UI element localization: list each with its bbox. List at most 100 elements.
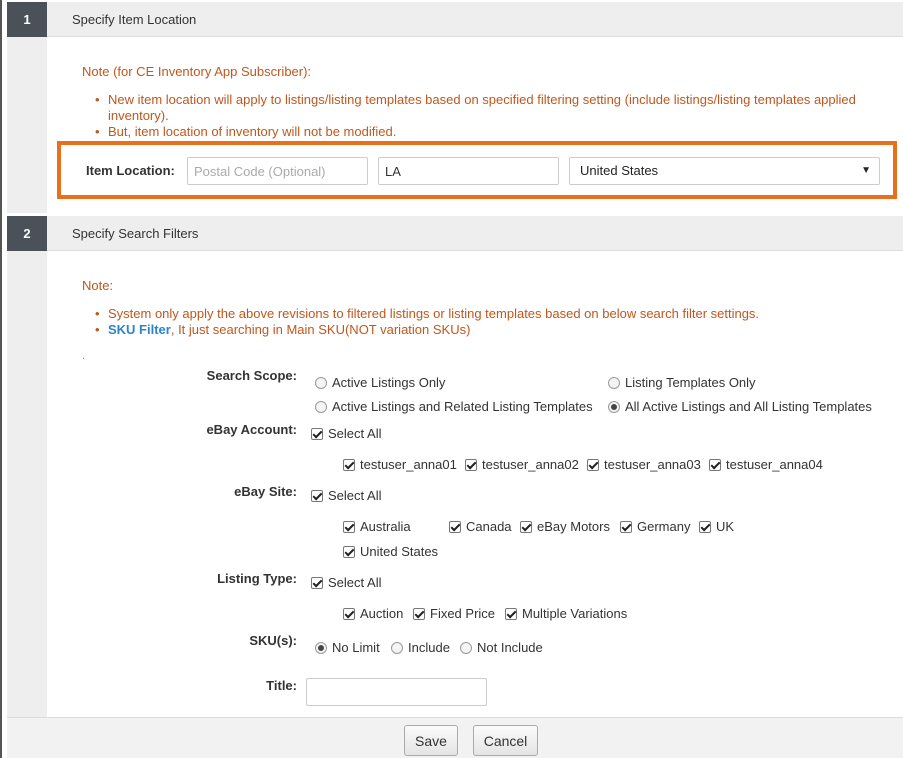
footer-bar: Save Cancel [7, 717, 903, 758]
step2-sidebar [7, 251, 47, 717]
checkbox-checked-icon[interactable] [311, 489, 323, 502]
country-select-value: United States [580, 163, 659, 178]
radio-icon[interactable] [315, 376, 327, 389]
radio-icon[interactable] [315, 400, 327, 413]
checkbox-checked-icon[interactable] [505, 607, 517, 620]
option-label: Fixed Price [430, 606, 496, 621]
option-label: Active Listings Only [332, 375, 446, 390]
save-button[interactable]: Save [404, 725, 458, 756]
type-option[interactable]: Multiple Variations [505, 606, 627, 621]
option-label: Auction [360, 606, 404, 621]
account-option[interactable]: testuser_anna02 [465, 457, 579, 472]
scope-active-and-related[interactable]: Active Listings and Related Listing Temp… [315, 399, 593, 414]
step1-number: 1 [7, 2, 47, 37]
option-label: Listing Templates Only [625, 375, 756, 390]
option-label: eBay Motors [537, 519, 610, 534]
option-label: testuser_anna01 [360, 457, 457, 472]
cancel-button[interactable]: Cancel [473, 725, 538, 756]
checkbox-checked-icon[interactable] [311, 576, 323, 589]
site-option[interactable]: Germany [620, 519, 690, 534]
step1-note-item: But, item location of inventory will not… [90, 124, 872, 140]
scope-listing-templates-only[interactable]: Listing Templates Only [608, 375, 756, 390]
option-label: Germany [637, 519, 691, 534]
scope-all-active-and-all-templates[interactable]: All Active Listings and All Listing Temp… [608, 399, 872, 414]
site-option[interactable]: Canada [449, 519, 512, 534]
radio-icon[interactable] [391, 641, 403, 654]
checkbox-checked-icon[interactable] [587, 458, 599, 471]
option-label: All Active Listings and All Listing Temp… [625, 399, 872, 414]
sku-filter-note-text: , It just searching in Main SKU(NOT vari… [170, 322, 471, 337]
option-label: Select All [328, 575, 382, 590]
checkbox-checked-icon[interactable] [465, 458, 477, 471]
option-label: UK [716, 519, 735, 534]
radio-selected-icon[interactable] [315, 641, 327, 654]
checkbox-checked-icon[interactable] [343, 545, 355, 558]
chevron-down-icon: ▼ [861, 165, 871, 176]
step1-note-heading: Note (for CE Inventory App Subscriber): [82, 64, 312, 79]
option-label: Select All [328, 488, 382, 503]
title-label: Title: [266, 678, 297, 693]
checkbox-checked-icon[interactable] [449, 520, 461, 533]
account-option[interactable]: testuser_anna01 [343, 457, 457, 472]
step2-header: 2 Specify Search Filters [7, 216, 903, 251]
step1-header: 1 Specify Item Location [7, 2, 903, 37]
ebay-account-label: eBay Account: [206, 422, 297, 437]
step2-note-item: System only apply the above revisions to… [90, 306, 872, 322]
step2-number: 2 [7, 216, 47, 251]
site-option[interactable]: UK [699, 519, 734, 534]
step2-note-item: SKU Filter, It just searching in Main SK… [90, 322, 872, 338]
site-option[interactable]: eBay Motors [520, 519, 610, 534]
step2-note-heading: Note: [82, 278, 114, 293]
sku-include[interactable]: Include [391, 640, 450, 655]
postal-code-input[interactable] [187, 157, 368, 185]
step2-title: Specify Search Filters [72, 226, 199, 241]
site-option[interactable]: Australia [343, 519, 411, 534]
item-location-label: Item Location: [86, 163, 175, 178]
option-label: Active Listings and Related Listing Temp… [332, 399, 593, 414]
checkbox-checked-icon[interactable] [620, 520, 632, 533]
sku-no-limit[interactable]: No Limit [315, 640, 380, 655]
title-input[interactable] [306, 678, 487, 706]
type-option[interactable]: Auction [343, 606, 403, 621]
country-select[interactable]: United States ▼ [569, 157, 880, 185]
sku-not-include[interactable]: Not Include [460, 640, 543, 655]
step2-note: Note: System only apply the above revisi… [82, 278, 872, 338]
option-label: Select All [328, 426, 382, 441]
scope-active-listings-only[interactable]: Active Listings Only [315, 375, 445, 390]
account-option[interactable]: testuser_anna03 [587, 457, 701, 472]
option-label: Australia [360, 519, 411, 534]
city-input[interactable] [378, 157, 559, 185]
listing-type-label: Listing Type: [217, 571, 297, 586]
window-left-border [0, 0, 2, 758]
step1-note: Note (for CE Inventory App Subscriber): … [82, 64, 872, 140]
option-label: United States [360, 544, 439, 559]
account-option[interactable]: testuser_anna04 [709, 457, 823, 472]
option-label: No Limit [332, 640, 380, 655]
checkbox-checked-icon[interactable] [520, 520, 532, 533]
checkbox-checked-icon[interactable] [311, 427, 323, 440]
option-label: testuser_anna03 [604, 457, 701, 472]
option-label: Not Include [477, 640, 543, 655]
step1-title: Specify Item Location [72, 12, 197, 27]
ebay-site-label: eBay Site: [234, 484, 297, 499]
type-option[interactable]: Fixed Price [413, 606, 495, 621]
option-label: Include [408, 640, 450, 655]
radio-icon[interactable] [608, 376, 620, 389]
checkbox-checked-icon[interactable] [413, 607, 425, 620]
checkbox-checked-icon[interactable] [343, 607, 355, 620]
skus-label: SKU(s): [249, 633, 297, 648]
radio-icon[interactable] [460, 641, 472, 654]
account-select-all[interactable]: Select All [311, 426, 381, 441]
checkbox-checked-icon[interactable] [343, 520, 355, 533]
option-label: testuser_anna04 [726, 457, 823, 472]
option-label: Canada [466, 519, 512, 534]
checkbox-checked-icon[interactable] [699, 520, 711, 533]
sku-filter-link[interactable]: SKU Filter [108, 322, 171, 337]
radio-selected-icon[interactable] [608, 400, 620, 413]
site-option[interactable]: United States [343, 544, 438, 559]
site-select-all[interactable]: Select All [311, 488, 381, 503]
checkbox-checked-icon[interactable] [343, 458, 355, 471]
search-scope-label: Search Scope: [206, 368, 297, 383]
checkbox-checked-icon[interactable] [709, 458, 721, 471]
type-select-all[interactable]: Select All [311, 575, 381, 590]
